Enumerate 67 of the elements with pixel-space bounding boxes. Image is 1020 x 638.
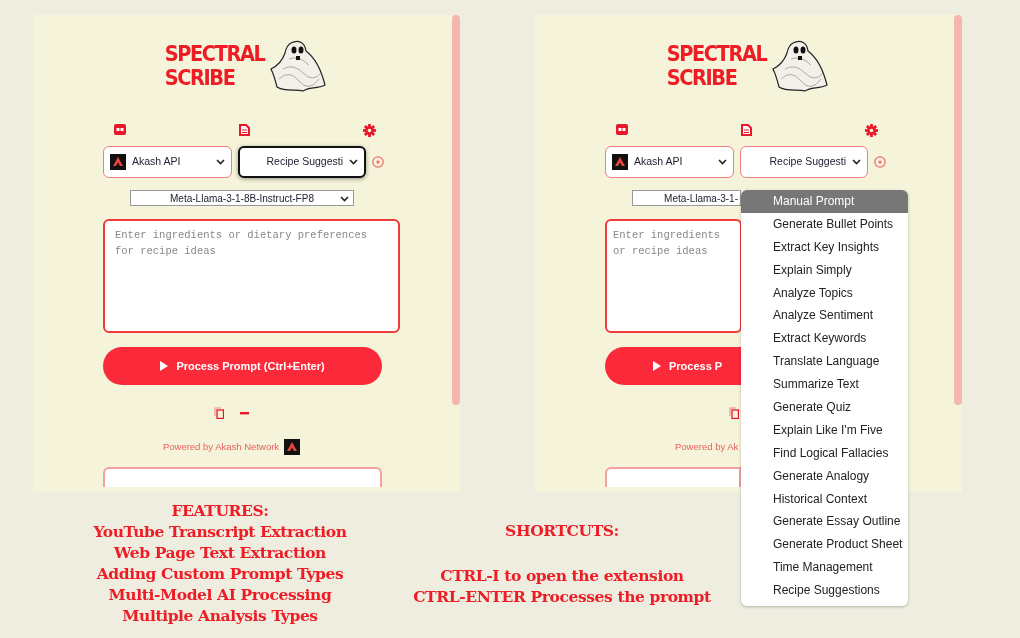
logo-text: SPECTRAL (164, 42, 265, 66)
document-icon[interactable] (741, 124, 752, 136)
akash-logo-icon (110, 154, 126, 170)
model-select[interactable]: Meta-Llama-3-1- (632, 190, 741, 206)
add-circle-icon[interactable] (874, 156, 886, 168)
model-select[interactable]: Meta-Llama-3-1-8B-Instruct-FP8 (130, 190, 354, 206)
settings-icon[interactable] (865, 124, 878, 137)
menu-option[interactable]: Explain Like I'm Five (741, 418, 908, 442)
ghost-drawing (268, 39, 327, 93)
menu-option[interactable]: Recipe Suggestions (741, 579, 908, 603)
play-icon (653, 361, 661, 371)
prompt-type-select[interactable]: Recipe Suggesti (238, 146, 366, 178)
settings-icon[interactable] (363, 124, 376, 137)
logo-text: SPECTRAL (666, 42, 767, 66)
akash-logo-icon (284, 439, 301, 455)
ghost-drawing (770, 39, 829, 93)
shortcut-item: CTRL-I to open the extension (439, 565, 685, 586)
captions-icon[interactable] (616, 124, 628, 135)
shortcuts-heading: SHORTCUTS: (504, 520, 620, 541)
feature-item: Multiple Analysis Types (121, 605, 319, 626)
menu-option[interactable]: Generate Quiz (741, 396, 908, 419)
menu-option[interactable]: Generate Analogy (741, 464, 908, 488)
scrollbar-thumb[interactable] (452, 15, 460, 405)
prompt-input[interactable]: Enter ingredients or recipe ideas (605, 219, 742, 333)
menu-option[interactable]: Summarize Text (741, 373, 908, 396)
powered-by-text: Powered by Ak (675, 439, 739, 454)
copy-icon[interactable] (214, 407, 224, 419)
feature-item: Adding Custom Prompt Types (95, 563, 345, 584)
captions-icon[interactable] (114, 124, 126, 135)
copy-icon[interactable] (728, 407, 739, 419)
scrollbar-thumb[interactable] (954, 15, 962, 405)
menu-option[interactable]: Manual Prompt (741, 190, 908, 213)
features-heading: FEATURES: (170, 500, 270, 521)
feature-item: Multi-Model AI Processing (107, 584, 333, 605)
process-prompt-button[interactable]: Process Prompt (Ctrl+Enter) (103, 347, 382, 385)
play-icon (160, 361, 169, 371)
menu-option[interactable]: Extract Key Insights (741, 235, 908, 259)
document-icon[interactable] (239, 124, 250, 136)
prompt-type-select[interactable]: Recipe Suggesti (740, 146, 868, 178)
akash-logo-icon (612, 154, 628, 170)
menu-option[interactable]: Historical Context (741, 487, 908, 511)
caret-icon (852, 159, 861, 165)
menu-option[interactable]: Explain Simply (741, 258, 908, 282)
feature-item: YouTube Transcript Extraction (92, 521, 348, 542)
menu-option[interactable]: Generate Product Sheet (741, 533, 908, 557)
menu-option[interactable]: Analyze Sentiment (741, 304, 908, 328)
menu-option[interactable]: Find Logical Fallacies (741, 441, 908, 465)
logo-text: SCRIBE (666, 66, 738, 90)
caret-icon (340, 196, 349, 202)
caret-icon (216, 159, 225, 165)
prompt-input[interactable]: Enter ingredients or dietary preferences for recipe ideas (103, 219, 400, 333)
menu-option[interactable]: Extract Keywords (741, 327, 908, 351)
menu-option[interactable]: Translate Language (741, 350, 908, 374)
caret-icon (718, 159, 727, 165)
menu-option[interactable]: Generate Bullet Points (741, 212, 908, 236)
add-circle-icon[interactable] (372, 156, 384, 168)
shortcut-item: CTRL-ENTER Processes the prompt (412, 586, 712, 607)
logo-text: SCRIBE (164, 66, 236, 90)
menu-option[interactable]: Generate Essay Outline (741, 510, 908, 534)
powered-by-text: Powered by Akash Network (162, 439, 280, 454)
feature-item: Web Page Text Extraction (113, 542, 327, 563)
api-select[interactable]: Akash API (605, 146, 734, 178)
process-prompt-button[interactable]: Process P (605, 347, 741, 385)
caret-icon (349, 159, 358, 165)
api-select[interactable]: Akash API (103, 146, 232, 178)
menu-option[interactable]: Time Management (741, 556, 908, 580)
menu-option[interactable]: Analyze Topics (741, 281, 908, 305)
